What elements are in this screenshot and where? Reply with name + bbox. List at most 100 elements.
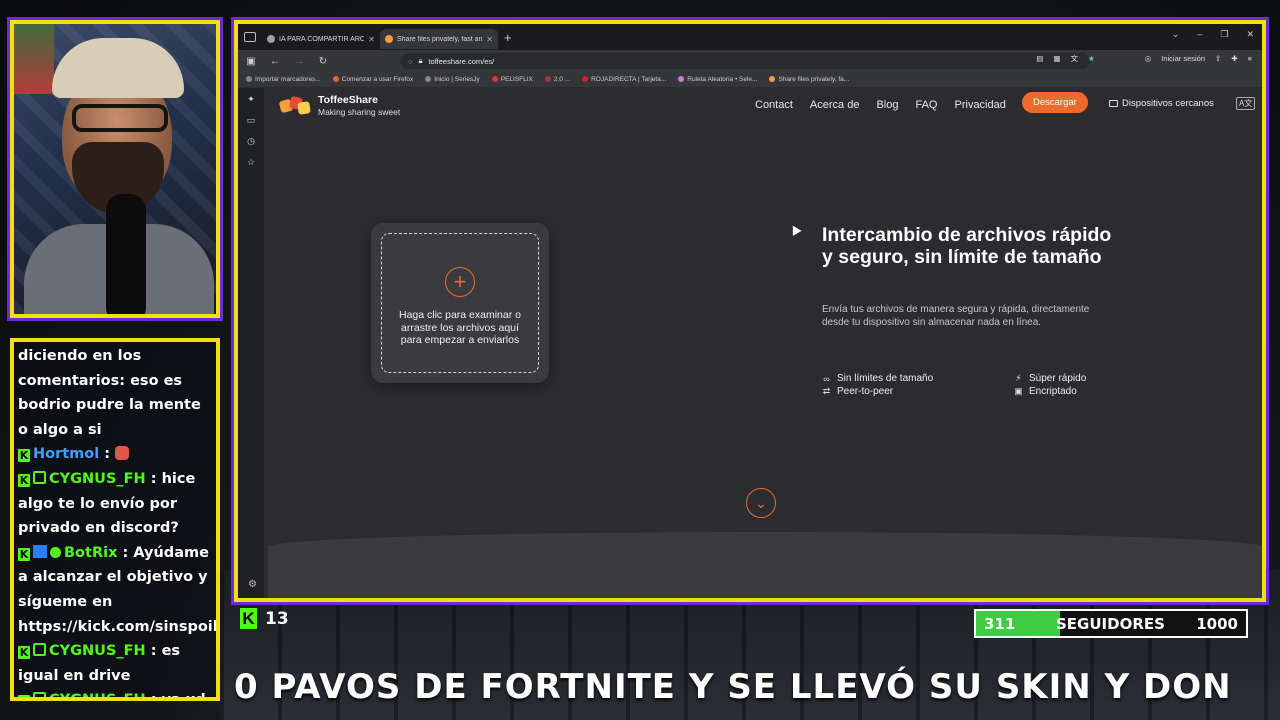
toffee-icon (769, 76, 776, 82)
webcam-glasses (72, 104, 168, 132)
feature-item: ⚡︎ Súper rápido (1014, 373, 1086, 384)
reload-button[interactable]: ↻ (316, 56, 330, 67)
history-icon[interactable]: ◷ (247, 136, 255, 147)
bookmark-item[interactable]: Comenzar a usar Firefox (332, 76, 413, 83)
hero-title: Intercambio de archivos rápido y seguro,… (822, 224, 1112, 268)
news-ticker: 0 PAVOS DE FORTNITE Y SE LLEVÓ SU SKIN Y… (234, 667, 1232, 707)
chat-panel: diciendo en los comentarios: eso es bodr… (10, 338, 220, 701)
toffee-logo-icon (278, 95, 311, 115)
close-icon[interactable]: ✕ (368, 35, 375, 44)
settings-gear-icon[interactable]: ⚙ (248, 579, 257, 590)
bookmark-item[interactable]: Share files privately, fa... (769, 76, 849, 83)
chat-username[interactable]: CYGNUS_FH (49, 471, 146, 487)
firefox-icon (332, 76, 339, 82)
brand-name: ToffeeShare (318, 94, 378, 106)
bookmark-label: Share files privately, fa... (778, 76, 850, 83)
extensions-icon[interactable]: ⇧ (1215, 54, 1221, 63)
nav-faq[interactable]: FAQ (915, 99, 937, 111)
language-button[interactable]: A文 (1236, 97, 1256, 110)
viewer-count: K 13 (240, 608, 289, 629)
chat-message: K BotRix : Ayúdame a alcanzar el objetivo… (18, 541, 216, 639)
chat-username[interactable]: CYGNUS_FH (49, 643, 146, 659)
sidebar-toggle-icon[interactable]: ▣ (244, 56, 258, 67)
webcam-poster (14, 24, 54, 94)
toffee-icon (385, 35, 393, 43)
bookmark-item[interactable]: Inicio | SeriesJy (425, 76, 480, 83)
bookmark-star-icon[interactable]: ★ (1088, 54, 1095, 63)
tab-toffeeshare[interactable]: Share files privately, fast and w ✕ (380, 29, 498, 49)
nav-blog[interactable]: Blog (876, 99, 898, 111)
nav-contact[interactable]: Contact (755, 99, 793, 111)
bookmark-label: Importar marcadores... (255, 76, 321, 83)
chat-username[interactable]: BotRix (64, 545, 117, 561)
bookmark-item[interactable]: 2.0 ... (544, 76, 570, 83)
chat-message: K CYGNUS_FH : es igual en drive (18, 639, 212, 688)
bookmark-icon (678, 76, 685, 82)
chat-message-text: : Ayúdame a alcanzar el objetivo y sígue… (18, 544, 220, 635)
bookmarks-icon[interactable]: ☆ (247, 157, 255, 168)
chat-message: diciendo en los comentarios: eso es bodr… (18, 344, 212, 442)
bookmark-item[interactable]: Ruleta Aleatoria • Sele... (678, 76, 757, 83)
tab-ia-compartir[interactable]: IA PARA COMPARTIR ARCHIVOS ✕ (262, 29, 380, 49)
new-tab-button[interactable]: + (504, 30, 512, 45)
plus-icon[interactable]: + (445, 267, 475, 297)
nav-about[interactable]: Acerca de (810, 99, 860, 111)
feature-item: ∞ Sin límites de tamaño (822, 373, 933, 384)
extension-puzzle-icon[interactable]: ✚ (1231, 54, 1237, 63)
account-icon: ◎ (1144, 54, 1152, 63)
nav-privacy[interactable]: Privacidad (955, 99, 1006, 111)
bookmark-icon (491, 76, 498, 82)
nearby-devices-button[interactable]: Dispositivos cercanos (1109, 98, 1214, 109)
chevron-down-icon: ⌄ (755, 494, 767, 511)
bookmark-label: ROJADIRECTA | Tarjeta... (591, 76, 667, 83)
close-icon[interactable]: ✕ (486, 35, 493, 44)
microphone (106, 194, 146, 314)
feature-item: ▣ Encriptado (1014, 386, 1077, 397)
screenshot-icon[interactable]: ▦ (1053, 54, 1060, 63)
ai-chat-icon[interactable]: ✦ (247, 94, 255, 105)
sync-tabs-icon[interactable]: ▭ (247, 115, 256, 126)
verified-badge-icon (50, 546, 61, 558)
chat-message-text: diciendo en los comentarios: eso es bodr… (18, 348, 201, 438)
kick-badge-icon: K (18, 646, 30, 660)
browser-window: IA PARA COMPARTIR ARCHIVOS ✕ Share files… (231, 17, 1269, 605)
follower-goal-bar: 311 SEGUIDORES 1000 (974, 609, 1248, 638)
download-button[interactable]: Descargar (1022, 92, 1088, 113)
kick-badge-icon: K (18, 473, 30, 487)
scroll-down-button[interactable]: ⌄ (746, 488, 776, 518)
chat-message: K CYGNUS_FH : ya xd (18, 688, 212, 697)
webcam-feed (7, 17, 223, 321)
feature-label: Encriptado (1029, 386, 1077, 397)
tab-actions-icon[interactable] (244, 32, 256, 42)
file-drop-card: + Haga clic para examinar o arrastre los… (371, 223, 549, 383)
bookmark-item[interactable]: PELISFLIX (491, 76, 533, 83)
bookmark-item[interactable]: Importar marcadores... (246, 76, 321, 83)
chat-username[interactable]: CYGNUS_FH (49, 692, 146, 697)
tab-label: Share files privately, fast and w (397, 35, 483, 43)
chat-username[interactable]: Hortmol (33, 446, 99, 462)
chevron-down-icon[interactable]: ⌄ (1172, 29, 1180, 40)
bookmark-item[interactable]: ROJADIRECTA | Tarjeta... (582, 76, 666, 83)
reader-icon[interactable]: ▤ (1036, 54, 1043, 63)
back-button[interactable]: ← (268, 56, 282, 67)
file-drop-zone[interactable]: + Haga clic para examinar o arrastre los… (381, 233, 539, 373)
address-bar[interactable]: ◌ 🔒︎ toffeeshare.com/es/ (400, 53, 1090, 69)
goal-label: SEGUIDORES (1056, 614, 1165, 633)
bookmark-label: Ruleta Aleatoria • Sele... (687, 76, 758, 83)
kick-badge-icon: K (18, 695, 30, 697)
lightning-icon: ⚡︎ (1015, 373, 1022, 383)
maximize-button[interactable]: ❐ (1220, 29, 1228, 40)
lock-icon: ▣ (1014, 386, 1023, 396)
close-window-button[interactable]: ✕ (1246, 29, 1254, 40)
chat-message: K Hortmol : (18, 442, 212, 467)
minimize-button[interactable]: – (1197, 29, 1202, 40)
menu-icon[interactable]: ≡ (1248, 54, 1252, 63)
mouse-cursor-icon (788, 223, 802, 236)
brand[interactable]: ToffeeShare Making sharing sweet (278, 94, 400, 117)
tab-label: IA PARA COMPARTIR ARCHIVOS (279, 35, 364, 43)
signin-button[interactable]: Iniciar sesión (1161, 54, 1205, 63)
chat-message: K CYGNUS_FH : hice algo te lo envío por p… (18, 467, 212, 541)
translate-icon[interactable]: 文 (1070, 53, 1078, 64)
forward-button[interactable]: → (292, 56, 306, 67)
feature-label: Sin límites de tamaño (837, 373, 934, 384)
